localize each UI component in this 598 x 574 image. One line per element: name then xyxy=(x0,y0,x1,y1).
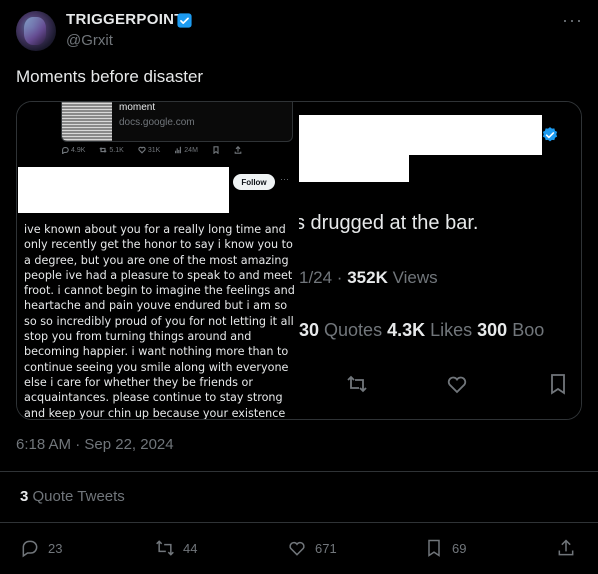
like-count: 671 xyxy=(315,540,337,556)
divider xyxy=(0,522,598,523)
repost-button[interactable]: 44 xyxy=(155,538,197,558)
screenshot-right: s drugged at the bar. 1/24 · 352K Views … xyxy=(299,102,581,419)
repost-count: 44 xyxy=(183,540,198,556)
embedded-action-bar xyxy=(299,370,581,400)
verified-badge-icon xyxy=(177,13,192,28)
repost-icon xyxy=(156,540,174,556)
embedded-engagement: 30 Quotes 4.3K Likes 300 Boo xyxy=(299,320,545,340)
embedded-tweet-text: s drugged at the bar. xyxy=(299,212,479,234)
tweet-timestamp[interactable]: 6:18 AM · Sep 22, 2024 xyxy=(16,436,174,453)
bookmark-button[interactable]: 69 xyxy=(424,538,466,558)
mini-reply: 4.9K xyxy=(61,146,85,154)
reply-icon xyxy=(22,540,38,558)
reply-count: 23 xyxy=(48,540,63,556)
divider xyxy=(0,471,598,472)
verified-badge-icon xyxy=(542,127,558,142)
redaction-box xyxy=(299,154,409,182)
doc-title: moment xyxy=(119,102,156,113)
avatar[interactable] xyxy=(16,11,56,51)
mini-more-icon: ··· xyxy=(280,174,289,184)
share-button[interactable] xyxy=(556,538,576,558)
doc-thumbnail xyxy=(62,102,112,141)
views-icon xyxy=(175,146,182,154)
bookmark-icon xyxy=(551,374,565,395)
doc-url: docs.google.com xyxy=(119,117,195,128)
mini-views: 24M xyxy=(174,146,198,154)
doc-link-card: moment docs.google.com xyxy=(61,102,293,142)
embedded-date-views: 1/24 · 352K Views xyxy=(299,268,438,287)
attached-image[interactable]: moment docs.google.com 4.9K 5.1K 31K 24M xyxy=(16,101,582,420)
tweet-text: Moments before disaster xyxy=(16,67,204,86)
heart-icon xyxy=(289,541,305,556)
mini-bookmark xyxy=(212,146,220,154)
handle[interactable]: @Grxit xyxy=(66,32,113,49)
embedded-message-text: ive known about you for a really long ti… xyxy=(24,223,295,420)
mini-repost: 5.1K xyxy=(99,146,124,154)
mini-share xyxy=(234,146,242,154)
like-button[interactable]: 671 xyxy=(287,538,337,558)
heart-icon xyxy=(138,146,146,154)
share-icon xyxy=(234,146,242,154)
repost-icon xyxy=(347,375,367,393)
bookmark-icon xyxy=(428,539,440,557)
quote-tweets-link[interactable]: 3 Quote Tweets xyxy=(20,488,125,505)
follow-button: Follow xyxy=(233,174,275,190)
reply-icon xyxy=(62,147,69,154)
redaction-box xyxy=(18,167,229,213)
mini-like: 31K xyxy=(138,146,160,154)
heart-icon xyxy=(447,376,467,394)
bookmark-icon xyxy=(213,146,219,154)
redaction-box xyxy=(299,115,542,155)
bookmark-count: 69 xyxy=(452,540,467,556)
screenshot-left: moment docs.google.com 4.9K 5.1K 31K 24M xyxy=(17,102,299,420)
repost-icon xyxy=(99,147,108,153)
mini-stats-row: 4.9K 5.1K 31K 24M xyxy=(61,146,242,154)
more-options-icon[interactable]: ··· xyxy=(562,10,582,30)
display-name[interactable]: TRIGGERPOINT xyxy=(66,11,184,28)
share-icon xyxy=(558,539,574,556)
reply-button[interactable]: 23 xyxy=(20,538,62,558)
